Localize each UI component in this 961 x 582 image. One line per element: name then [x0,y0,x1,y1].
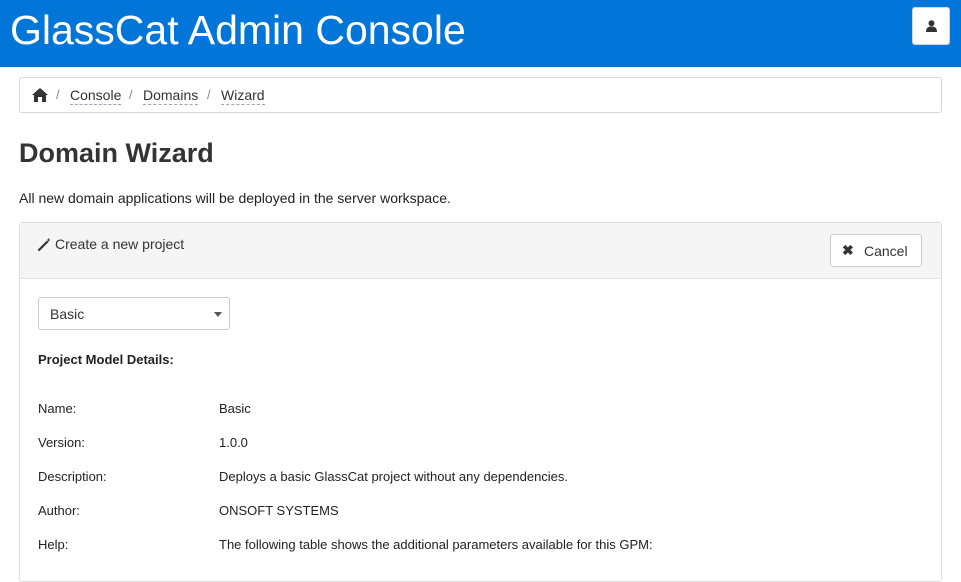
breadcrumb-domains[interactable]: Domains [143,87,199,105]
breadcrumb-wizard[interactable]: Wizard [221,87,265,105]
home-icon [32,88,48,102]
magic-wand-icon [38,237,51,251]
breadcrumb-home[interactable] [32,88,48,105]
page-intro: All new domain applications will be depl… [19,190,451,206]
app-title: GlassCat Admin Console [10,7,466,53]
app-header: GlassCat Admin Console [0,0,961,67]
breadcrumb-separator: / [207,87,211,102]
page-title: Domain Wizard [19,138,214,168]
detail-label: Name: [38,401,77,416]
select-value: Basic [50,306,85,322]
detail-label: Help: [38,537,69,552]
user-menu-button[interactable] [912,7,950,45]
panel-title: Create a new project [55,236,185,252]
breadcrumb: / Console / Domains / Wizard [19,77,942,113]
user-icon [926,20,937,32]
detail-value: Deploys a basic GlassCat project without… [219,469,569,484]
panel-header: Create a new project ✖ Cancel [20,223,941,279]
cancel-label: Cancel [864,243,908,259]
detail-label: Version: [38,435,85,450]
detail-value: Basic [219,401,251,416]
close-icon: ✖ [842,242,854,258]
detail-value: 1.0.0 [219,435,248,450]
project-model-select[interactable]: Basic [38,297,230,330]
detail-value: The following table shows the additional… [219,537,653,552]
detail-label: Description: [38,469,107,484]
detail-label: Author: [38,503,80,518]
details-heading: Project Model Details: [38,352,174,367]
cancel-button[interactable]: ✖ Cancel [830,234,922,267]
breadcrumb-separator: / [129,87,133,102]
breadcrumb-console[interactable]: Console [70,87,122,105]
breadcrumb-separator: / [56,87,60,102]
detail-value: ONSOFT SYSTEMS [219,503,339,518]
chevron-down-icon [214,312,222,317]
wizard-panel: Create a new project ✖ Cancel Basic Proj… [19,222,942,582]
